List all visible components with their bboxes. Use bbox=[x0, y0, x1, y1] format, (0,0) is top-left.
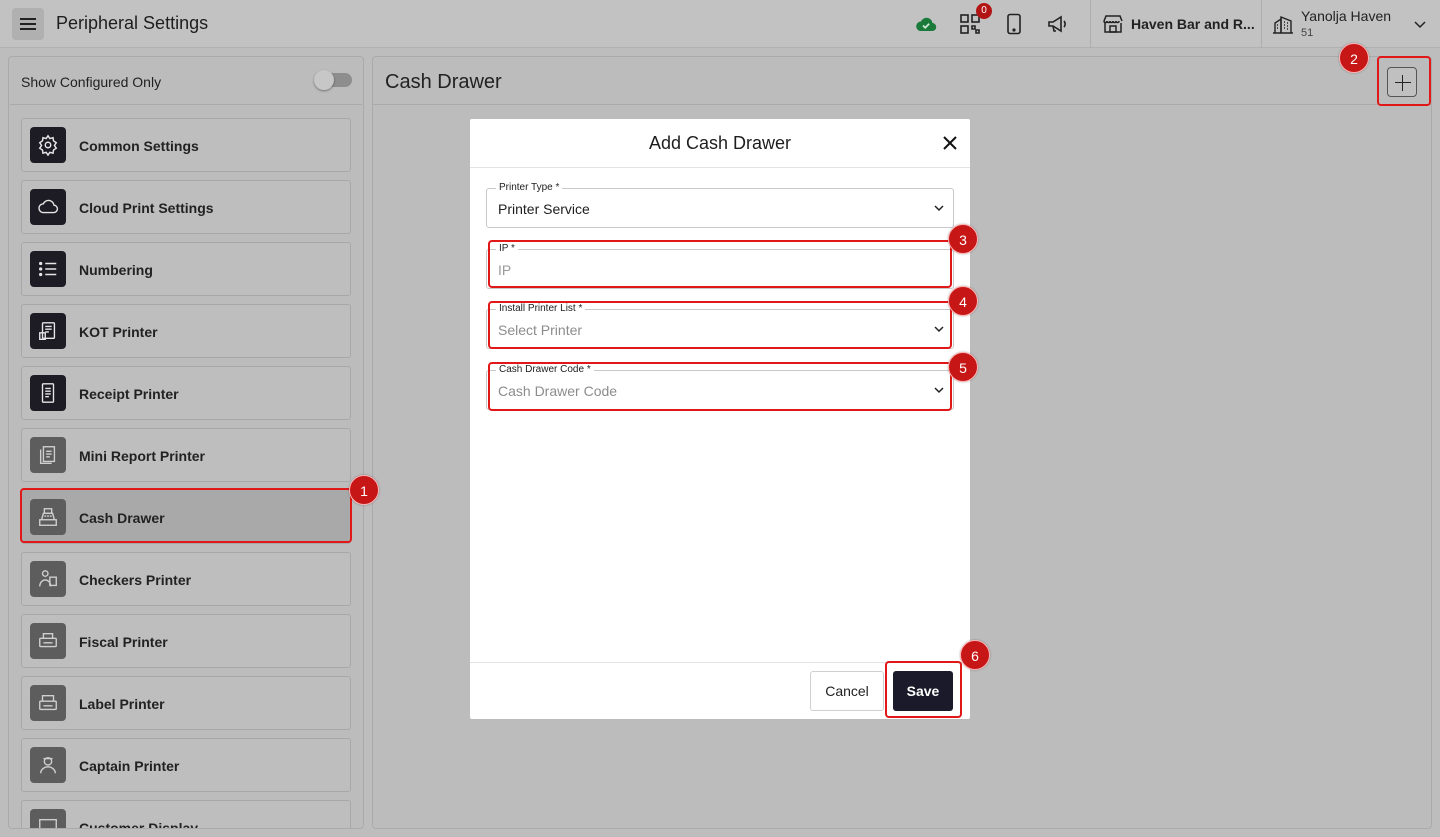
sidebar-item-captain-printer[interactable]: Captain Printer bbox=[21, 738, 351, 792]
header-divider bbox=[1090, 0, 1091, 48]
field-label: Printer Type * bbox=[496, 182, 563, 194]
kot-printer-icon bbox=[30, 313, 66, 349]
chevron-down-icon[interactable] bbox=[1410, 14, 1430, 34]
receipt-icon bbox=[30, 375, 66, 411]
sidebar-item-fiscal-printer[interactable]: Fiscal Printer bbox=[21, 614, 351, 668]
dialog-footer: Cancel Save bbox=[470, 662, 970, 719]
sidebar-item-label: Common Settings bbox=[79, 138, 199, 154]
sidebar-item-label: Cash Drawer bbox=[79, 510, 165, 526]
gear-icon bbox=[30, 127, 66, 163]
section-title: Cash Drawer bbox=[385, 71, 502, 93]
add-cash-drawer-button[interactable] bbox=[1387, 67, 1417, 97]
dialog-title: Add Cash Drawer bbox=[648, 133, 792, 153]
sidebar-item-label: Label Printer bbox=[79, 696, 165, 712]
sidebar-item-label: Receipt Printer bbox=[79, 386, 179, 402]
sidebar-item-label: Mini Report Printer bbox=[79, 448, 206, 464]
sidebar-item-receipt-printer[interactable]: Receipt Printer bbox=[21, 366, 351, 420]
save-button[interactable]: Save bbox=[893, 671, 953, 711]
store-selector[interactable]: Haven Bar and R... bbox=[1131, 16, 1255, 32]
list-icon bbox=[30, 251, 66, 287]
field-label: Cash Drawer Code * bbox=[496, 364, 594, 376]
sidebar-item-label: Cloud Print Settings bbox=[79, 200, 214, 216]
field-placeholder: Cash Drawer Code bbox=[498, 383, 618, 399]
ip-input[interactable] bbox=[498, 261, 928, 279]
sidebar-item-label: KOT Printer bbox=[79, 324, 158, 340]
sidebar-item-checkers-printer[interactable]: Checkers Printer bbox=[21, 552, 351, 606]
cloud-icon bbox=[30, 189, 66, 225]
show-configured-label: Show Configured Only bbox=[21, 74, 162, 90]
chevron-down-icon bbox=[934, 326, 944, 333]
captain-icon bbox=[30, 747, 66, 783]
sidebar-item-numbering[interactable]: Numbering bbox=[21, 242, 351, 296]
cash-register-icon bbox=[30, 499, 66, 535]
printer-type-select[interactable]: Printer Type * Printer Service bbox=[486, 182, 954, 228]
cancel-button[interactable]: Cancel bbox=[810, 671, 884, 711]
field-label: Install Printer List * bbox=[496, 303, 586, 315]
sidebar-item-label-printer[interactable]: Label Printer bbox=[21, 676, 351, 730]
field-label: IP * bbox=[496, 243, 518, 255]
sidebar-item-cash-drawer[interactable]: Cash Drawer bbox=[21, 490, 351, 544]
sidebar-item-mini-report-printer[interactable]: Mini Report Printer bbox=[21, 428, 351, 482]
dialog-header: Add Cash Drawer bbox=[470, 119, 970, 168]
report-icon bbox=[30, 437, 66, 473]
sidebar-item-label: Customer Display bbox=[79, 820, 199, 829]
building-icon bbox=[1273, 15, 1293, 34]
step-marker: 5 bbox=[948, 352, 978, 382]
close-icon[interactable] bbox=[940, 133, 960, 153]
sidebar-item-customer-display[interactable]: Customer Display bbox=[21, 800, 351, 829]
store-icon[interactable] bbox=[1101, 12, 1125, 36]
show-configured-row: Show Configured Only bbox=[10, 58, 362, 105]
install-printer-select[interactable]: Install Printer List * Select Printer bbox=[486, 303, 954, 349]
sidebar-item-label: Fiscal Printer bbox=[79, 634, 168, 650]
top-bar: Peripheral Settings 0 Haven Bar and R...… bbox=[0, 0, 1440, 48]
hamburger-menu-icon[interactable] bbox=[12, 8, 44, 40]
step-marker: 2 bbox=[1339, 43, 1369, 73]
notification-badge: 0 bbox=[976, 3, 992, 19]
field-placeholder: Select Printer bbox=[498, 322, 583, 338]
step-marker: 4 bbox=[948, 286, 978, 316]
sidebar-item-label: Captain Printer bbox=[79, 758, 180, 774]
display-icon bbox=[30, 809, 66, 828]
step-marker: 3 bbox=[948, 224, 978, 254]
chevron-down-icon bbox=[934, 205, 944, 212]
tablet-icon[interactable] bbox=[1002, 12, 1026, 36]
ip-field[interactable]: IP * bbox=[486, 243, 954, 289]
show-configured-toggle[interactable] bbox=[314, 70, 352, 90]
field-value: Printer Service bbox=[498, 201, 590, 217]
user-name[interactable]: Yanolja Haven bbox=[1301, 8, 1391, 24]
main-header: Cash Drawer bbox=[373, 57, 1431, 105]
megaphone-icon[interactable] bbox=[1046, 12, 1070, 36]
checker-icon bbox=[30, 561, 66, 597]
sidebar-item-kot-printer[interactable]: KOT Printer bbox=[21, 304, 351, 358]
sidebar-item-label: Numbering bbox=[79, 262, 153, 278]
chevron-down-icon bbox=[934, 387, 944, 394]
cash-drawer-code-select[interactable]: Cash Drawer Code * Cash Drawer Code bbox=[486, 364, 954, 410]
cloud-check-icon[interactable] bbox=[914, 12, 938, 36]
user-id: 51 bbox=[1301, 27, 1314, 39]
step-marker: 6 bbox=[960, 640, 990, 670]
fiscal-printer-icon bbox=[30, 623, 66, 659]
step-marker: 1 bbox=[349, 475, 379, 505]
header-divider bbox=[1261, 0, 1262, 48]
sidebar-item-cloud-print-settings[interactable]: Cloud Print Settings bbox=[21, 180, 351, 234]
label-printer-icon bbox=[30, 685, 66, 721]
add-cash-drawer-dialog: Add Cash Drawer Printer Type * Printer S… bbox=[470, 119, 970, 719]
page-title: Peripheral Settings bbox=[56, 13, 209, 33]
settings-sidebar: Show Configured Only Common Settings Clo… bbox=[8, 56, 364, 829]
sidebar-item-label: Checkers Printer bbox=[79, 572, 192, 588]
sidebar-item-common-settings[interactable]: Common Settings bbox=[21, 118, 351, 172]
